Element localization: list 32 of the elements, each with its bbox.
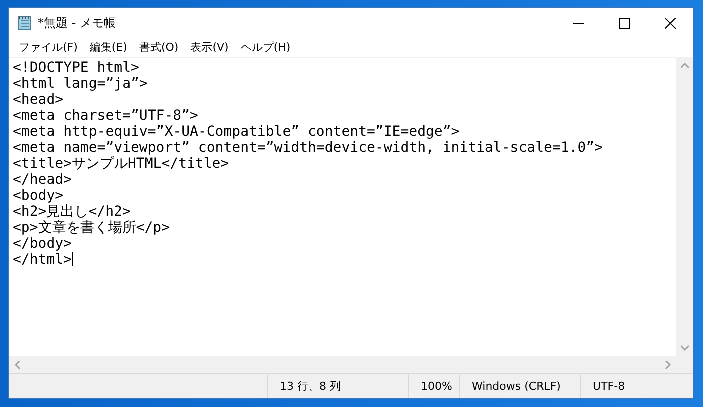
status-text: UTF-8 xyxy=(593,380,626,392)
code-line: <head> xyxy=(13,92,64,108)
scroll-up-icon[interactable] xyxy=(680,63,688,69)
code-line: </html> xyxy=(13,252,74,268)
code-line: <title>サンプルHTML</title> xyxy=(13,156,230,172)
status-text: 100% xyxy=(421,380,452,392)
code-line: <html lang=”ja”> xyxy=(13,76,148,92)
window-title: *無題 - メモ帳 xyxy=(38,14,116,32)
code-line: <body> xyxy=(13,188,64,204)
menu-item[interactable]: ファイル(F) xyxy=(13,40,84,55)
close-icon xyxy=(664,18,676,28)
menu-item[interactable]: 表示(V) xyxy=(184,40,235,55)
horizontal-scrollbar[interactable] xyxy=(9,356,693,373)
status-text: 13 行、8 列 xyxy=(280,378,341,394)
menu-item[interactable]: ヘルプ(H) xyxy=(234,40,297,55)
code-line: </body> xyxy=(13,236,72,252)
maximize-icon xyxy=(618,18,630,28)
code-line: <!DOCTYPE html> xyxy=(13,60,140,76)
code-line: <h2>見出し</h2> xyxy=(13,204,131,220)
code-line: <meta name=”viewport” content=”width=device-width, initial-scale=1.0”> xyxy=(13,140,604,156)
code-line: <meta http-equiv=”X-UA-Compatible” content=”IE=edge”> xyxy=(13,124,460,140)
menu-item[interactable]: 書式(O) xyxy=(133,40,185,55)
scroll-right-icon[interactable] xyxy=(665,360,671,368)
code-line: </head> xyxy=(13,172,72,188)
scroll-down-icon[interactable] xyxy=(680,345,688,351)
scroll-left-icon[interactable] xyxy=(15,360,21,368)
menu-item[interactable]: 編集(E) xyxy=(84,40,134,55)
status-text: Windows (CRLF) xyxy=(472,380,561,392)
vertical-scrollbar[interactable] xyxy=(676,58,693,356)
code-line: <p>文章を書く場所</p> xyxy=(13,220,170,236)
code-line: <meta charset=”UTF-8”> xyxy=(13,108,198,124)
notepad-icon xyxy=(18,15,32,31)
